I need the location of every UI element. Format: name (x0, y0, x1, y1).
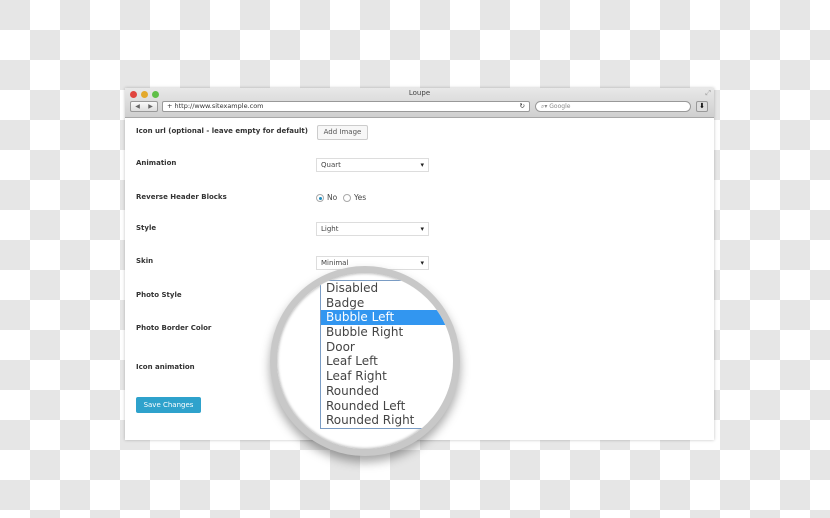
dropdown-option[interactable]: Badge (321, 296, 453, 311)
animation-select[interactable]: Quart (316, 158, 429, 172)
dropdown-option[interactable]: Disabled (321, 281, 453, 296)
title-bar: Loupe ⤢ ◀ ▶ + http://www.sitexample.com ↻ … (125, 88, 714, 118)
skin-label: Skin (136, 257, 154, 265)
download-icon[interactable]: ⬇ (696, 101, 708, 112)
radio-yes-label: Yes (354, 193, 367, 202)
address-bar[interactable]: + http://www.sitexample.com ↻ (162, 101, 530, 112)
radio-no-label: No (327, 193, 338, 202)
dropdown-option-selected[interactable]: Bubble Left (321, 310, 453, 326)
url-text: http://www.sitexample.com (174, 102, 264, 110)
save-changes-button[interactable]: Save Changes (136, 397, 201, 413)
animation-label: Animation (136, 159, 177, 167)
radio-yes-button[interactable] (343, 193, 351, 202)
radio-no[interactable]: No (316, 193, 337, 202)
style-select[interactable]: Light (316, 222, 429, 236)
search-input[interactable]: ⌕▾ Google (535, 101, 691, 112)
search-placeholder: Google (549, 103, 571, 110)
add-image-button[interactable]: Add Image (317, 125, 368, 140)
forward-icon[interactable]: ▶ (148, 103, 153, 110)
dropdown-option[interactable]: Rounded Right (321, 413, 453, 428)
radio-yes[interactable]: Yes (343, 193, 366, 202)
window-title: Loupe (408, 89, 431, 97)
radio-no-button[interactable] (316, 193, 324, 202)
dropdown-option[interactable]: Rounded Left (321, 399, 453, 414)
dropdown-option[interactable]: Bubble Right (321, 325, 453, 340)
reverse-header-label: Reverse Header Blocks (136, 193, 227, 201)
dropdown-option[interactable]: Leaf Left (321, 354, 453, 369)
photo-style-dropdown-list[interactable]: Disabled Badge Bubble Left Bubble Right … (320, 280, 453, 429)
add-icon[interactable]: + (167, 102, 175, 110)
icon-url-label: Icon url (optional - leave empty for def… (136, 127, 308, 135)
photo-border-color-label: Photo Border Color (136, 324, 212, 332)
dropdown-option[interactable]: Rounded (321, 384, 453, 399)
magnifier-loupe: Disabled Badge Bubble Left Bubble Right … (270, 266, 460, 456)
dropdown-option[interactable]: Leaf Right (321, 369, 453, 384)
style-label: Style (136, 224, 157, 232)
dropdown-option[interactable]: Door (321, 340, 453, 355)
back-forward-buttons[interactable]: ◀ ▶ (130, 101, 158, 112)
back-icon[interactable]: ◀ (135, 103, 140, 110)
icon-animation-label: Icon animation (136, 363, 195, 371)
photo-style-label: Photo Style (136, 291, 182, 299)
reload-icon[interactable]: ↻ (520, 102, 525, 111)
fullscreen-icon[interactable]: ⤢ (705, 89, 711, 98)
